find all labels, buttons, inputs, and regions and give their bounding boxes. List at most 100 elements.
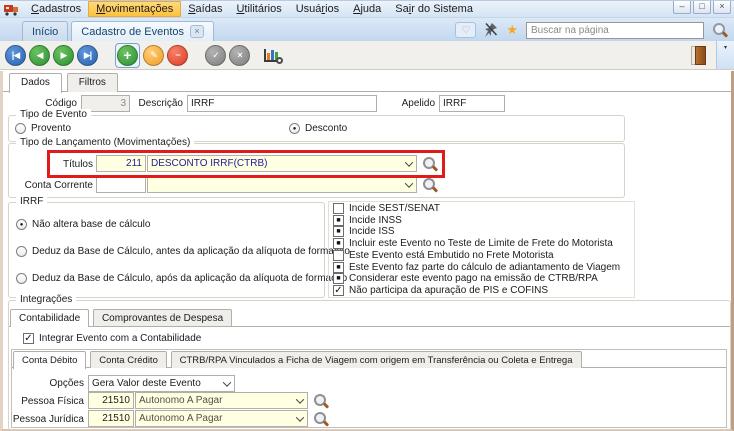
menu-sair-do-sistema[interactable]: Sair do Sistema [388,1,480,17]
integracoes-tabs: Contabilidade Comprovantes de Despesa [9,308,730,327]
cadastro-eventos-form: Dados Filtros Código 3 Descrição IRRF Ap… [0,71,734,431]
radio-provento[interactable]: Provento [15,123,71,134]
radio-deduz-apos[interactable]: Deduz da Base de Cálculo, após da aplica… [16,273,347,284]
pessoa-fisica-lookup-icon[interactable] [313,393,329,409]
tab-conta-credito[interactable]: Conta Crédito [90,351,167,368]
conta-corrente-code-field[interactable] [96,176,146,193]
event-flags-panel: Incide SEST/SENAT ■Incide INSS ■Incide I… [328,201,635,298]
unpin-icon[interactable] [484,22,498,38]
search-input[interactable] [526,22,704,39]
conta-corrente-lookup-icon[interactable] [422,177,438,193]
chart-settings-icon[interactable] [263,46,283,64]
add-record-button[interactable]: + [117,45,138,66]
tipo-de-evento-legend: Tipo de Evento [16,109,91,120]
integracoes-group: Integrações Contabilidade Comprovantes d… [8,300,731,430]
tab-bar-tools: ♡ ★ [455,21,728,39]
menu-bar: Cadastros Movimentações Saídas Utilitári… [0,1,734,18]
favorite-star-icon[interactable]: ★ [506,23,518,37]
pessoa-juridica-lookup-icon[interactable] [313,411,329,427]
radio-desconto[interactable]: ● Desconto [289,123,347,134]
menu-saidas[interactable]: Saídas [181,1,229,17]
opcoes-select[interactable]: Gera Valor deste Evento [88,375,235,392]
delete-record-button[interactable]: − [167,45,188,66]
pessoa-juridica-select[interactable]: Autonomo A Pagar [135,410,308,427]
checkbox-incide-iss[interactable]: ■Incide ISS [333,226,634,237]
tab-contabilidade[interactable]: Contabilidade [10,309,89,327]
form-tabs: Dados Filtros [3,72,731,92]
apelido-field[interactable]: IRRF [439,95,505,112]
exit-door-icon[interactable] [691,46,706,65]
tab-dados[interactable]: Dados [9,73,62,93]
app-logo-icon [3,3,20,16]
titulos-code-field[interactable]: 211 [96,155,146,172]
radio-nao-altera-base[interactable]: ● Não altera base de cálculo [16,219,150,230]
menu-usuarios[interactable]: Usuários [289,1,346,17]
checkbox-adiantamento-viagem[interactable]: ■Este Evento faz parte do cálculo de adi… [333,262,634,273]
irrf-legend: IRRF [16,196,47,207]
titulos-label: Títulos [27,159,93,170]
tab-cadastro-de-eventos[interactable]: Cadastro de Eventos × [71,21,214,41]
titulos-select[interactable]: DESCONTO IRRF(CTRB) [147,155,417,172]
edit-record-button[interactable]: ✎ [143,45,164,66]
chevron-down-icon[interactable] [402,157,415,170]
checkbox-incide-inss[interactable]: ■Incide INSS [333,215,634,226]
conta-tabs: Conta Débito Conta Crédito CTRB/RPA Vinc… [12,350,726,368]
tab-comprovantes-de-despesa[interactable]: Comprovantes de Despesa [93,309,232,326]
menu-movimentacoes[interactable]: Movimentações [88,1,181,17]
menu-utilitarios[interactable]: Utilitários [229,1,288,17]
pessoa-juridica-label: Pessoa Jurídica [12,414,84,425]
checkbox-incide-sest-senat[interactable]: Incide SEST/SENAT [333,203,634,214]
tab-inicio[interactable]: Início [22,21,68,41]
checkbox-pis-cofins[interactable]: ✓Não participa da apuração de PIS e COFI… [333,285,634,296]
first-record-button[interactable]: |◀ [5,45,26,66]
restore-button[interactable]: □ [693,1,711,14]
cancel-button[interactable]: × [229,45,250,66]
last-record-button[interactable]: ▶| [77,45,98,66]
previous-record-button[interactable]: ◀ [29,45,50,66]
apelido-label: Apelido [397,98,435,109]
pessoa-fisica-code-field[interactable]: 21510 [88,392,134,409]
pessoa-juridica-code-field[interactable]: 21510 [88,410,134,427]
menu-cadastros[interactable]: Cadastros [24,1,88,17]
conta-corrente-select[interactable] [147,176,417,193]
conta-corrente-label: Conta Corrente [11,180,93,191]
checkbox-teste-limite-frete[interactable]: ■Incluir este Evento no Teste de Limite … [333,238,634,249]
checkbox-integrar-contabilidade[interactable]: ✓ Integrar Evento com a Contabilidade [23,333,201,344]
titulos-lookup-icon[interactable] [422,156,438,172]
irrf-group: IRRF ● Não altera base de cálculo Deduz … [8,202,325,298]
next-record-button[interactable]: ▶ [53,45,74,66]
pessoa-fisica-label: Pessoa Física [18,396,84,407]
toolbar-overflow-strip[interactable]: ▾ [716,41,734,69]
confirm-button[interactable]: ✓ [205,45,226,66]
tab-ctrb-rpa-vinculados[interactable]: CTRB/RPA Vinculados a Ficha de Viagem co… [171,351,582,368]
minimize-button[interactable]: – [673,1,691,14]
integracoes-legend: Integrações [16,294,76,305]
document-tab-bar: Início Cadastro de Eventos × ♡ ★ [0,18,734,41]
search-icon[interactable] [712,22,728,38]
chevron-down-icon[interactable] [293,412,306,425]
descricao-field[interactable]: IRRF [187,95,377,112]
descricao-label: Descrição [135,98,183,109]
tab-conta-debito[interactable]: Conta Débito [13,351,86,369]
tab-close-icon[interactable]: × [190,25,204,38]
checkbox-embutido-frete[interactable]: Este Evento está Embutido no Frete Motor… [333,250,634,261]
opcoes-label: Opções [38,378,84,389]
app-window: Cadastros Movimentações Saídas Utilitári… [0,0,734,431]
conta-panel: Conta Débito Conta Crédito CTRB/RPA Vinc… [11,349,727,428]
chevron-down-icon[interactable] [402,178,415,191]
record-toolbar: |◀ ◀ ▶ ▶| + ✎ − ✓ × ▾ [0,41,734,70]
pessoa-fisica-select[interactable]: Autonomo A Pagar [135,392,308,409]
chevron-down-icon[interactable] [220,377,233,390]
menu-ajuda[interactable]: Ajuda [346,1,388,17]
close-button[interactable]: × [713,1,731,14]
tab-filtros[interactable]: Filtros [67,73,118,92]
radio-deduz-antes[interactable]: Deduz da Base de Cálculo, antes da aplic… [16,246,350,257]
tipo-de-lancamento-legend: Tipo de Lançamento (Movimentações) [16,137,194,148]
codigo-label: Código [29,98,77,109]
tipo-de-lancamento-group: Tipo de Lançamento (Movimentações) Títul… [8,143,625,198]
favorites-heart-icon[interactable]: ♡ [455,22,476,38]
chevron-down-icon[interactable] [293,394,306,407]
window-controls: – □ × [673,1,731,14]
gear-icon [276,57,283,64]
checkbox-pago-emissao-ctrb[interactable]: ■Considerar este evento pago na emissão … [333,273,634,284]
